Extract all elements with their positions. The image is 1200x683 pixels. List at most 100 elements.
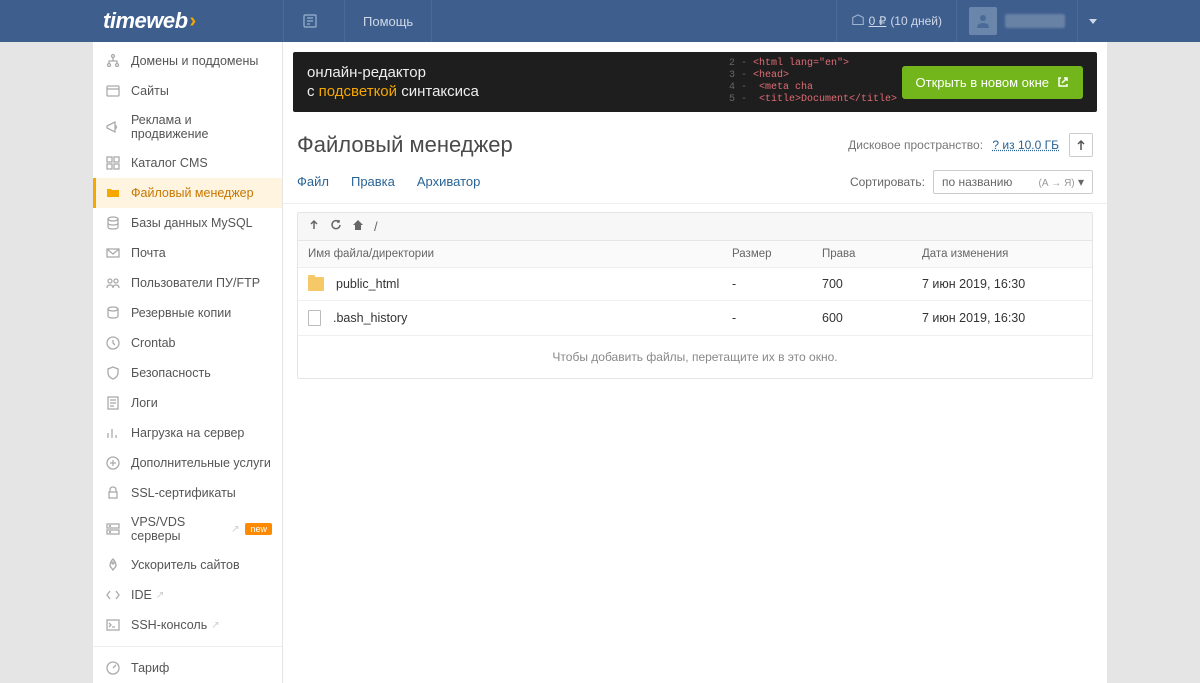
sort-label: Сортировать: xyxy=(850,175,925,189)
file-size: - xyxy=(732,277,822,291)
logo[interactable]: timeweb› xyxy=(93,8,283,34)
sidebar-item-plus[interactable]: Дополнительные услуги xyxy=(93,448,282,478)
sidebar-item-label: Файловый менеджер xyxy=(131,186,254,200)
sidebar-item-mail[interactable]: Почта xyxy=(93,238,282,268)
disk-space-link[interactable]: ? из 10.0 ГБ xyxy=(992,138,1059,152)
open-editor-button[interactable]: Открыть в новом окне xyxy=(902,66,1083,99)
sidebar-item-label: SSL-сертификаты xyxy=(131,486,236,500)
megaphone-icon xyxy=(105,119,121,135)
file-perm: 600 xyxy=(822,311,922,325)
mail-icon xyxy=(105,245,121,261)
file-date: 7 июн 2019, 16:30 xyxy=(922,311,1082,325)
sidebar-item-sitemap[interactable]: Домены и поддомены xyxy=(93,46,282,76)
home-icon xyxy=(352,219,364,231)
file-row[interactable]: .bash_history -6007 июн 2019, 16:30 xyxy=(298,301,1092,336)
avatar xyxy=(969,7,997,35)
file-name: public_html xyxy=(336,277,399,291)
sidebar-item-server[interactable]: VPS/VDS серверы ↗ new xyxy=(93,508,282,550)
sidebar-item-label: Ускоритель сайтов xyxy=(131,558,240,572)
sidebar-item-label: Crontab xyxy=(131,336,175,350)
folder-icon xyxy=(105,185,121,201)
sidebar-item-code[interactable]: IDE ↗ xyxy=(93,580,282,610)
users-icon xyxy=(105,275,121,291)
tab-архиватор[interactable]: Архиватор xyxy=(417,168,481,195)
refresh-button[interactable] xyxy=(330,219,342,234)
person-icon xyxy=(975,13,991,29)
external-arrow-icon: ↗ xyxy=(156,590,164,601)
file-row[interactable]: public_html -7007 июн 2019, 16:30 xyxy=(298,268,1092,301)
sidebar-item-megaphone[interactable]: Реклама и продвижение xyxy=(93,106,282,148)
sort-dropdown[interactable]: по названию (А → Я) ▾ xyxy=(933,170,1093,194)
log-icon xyxy=(105,395,121,411)
sidebar-item-tariff[interactable]: Тариф xyxy=(93,653,282,683)
news-button[interactable] xyxy=(284,0,345,42)
sidebar-item-database[interactable]: Базы данных MySQL xyxy=(93,208,282,238)
sidebar-item-label: Сайты xyxy=(131,84,169,98)
sidebar-item-label: Каталог CMS xyxy=(131,156,208,170)
help-button[interactable]: Помощь xyxy=(345,0,432,42)
sidebar-item-lock[interactable]: SSL-сертификаты xyxy=(93,478,282,508)
sidebar-item-label: IDE xyxy=(131,588,152,602)
code-icon xyxy=(105,587,121,603)
sidebar-item-log[interactable]: Логи xyxy=(93,388,282,418)
sidebar-item-shield[interactable]: Безопасность xyxy=(93,358,282,388)
refresh-icon xyxy=(330,219,342,231)
window-icon xyxy=(105,83,121,99)
clock-icon xyxy=(105,335,121,351)
file-icon xyxy=(308,310,321,326)
drop-hint: Чтобы добавить файлы, перетащите их в эт… xyxy=(298,336,1092,378)
wallet-icon xyxy=(851,14,865,28)
page-title: Файловый менеджер xyxy=(297,132,513,158)
sidebar-item-label: Дополнительные услуги xyxy=(131,456,271,470)
sidebar-item-terminal[interactable]: SSH-консоль ↗ xyxy=(93,610,282,640)
upload-icon xyxy=(1076,139,1086,151)
username xyxy=(1005,14,1065,28)
file-name: .bash_history xyxy=(333,311,407,325)
backup-icon xyxy=(105,305,121,321)
sidebar-item-label: Пользователи ПУ/FTP xyxy=(131,276,260,290)
sidebar-item-users[interactable]: Пользователи ПУ/FTP xyxy=(93,268,282,298)
sidebar-item-label: Домены и поддомены xyxy=(131,54,258,68)
sidebar-item-folder[interactable]: Файловый менеджер xyxy=(93,178,282,208)
sidebar-item-clock[interactable]: Crontab xyxy=(93,328,282,358)
arrow-up-icon xyxy=(308,219,320,231)
balance-display[interactable]: 0 ₽ (10 дней) xyxy=(836,0,956,42)
sidebar-item-grid[interactable]: Каталог CMS xyxy=(93,148,282,178)
path-bar: / xyxy=(297,212,1093,241)
sidebar-item-label: VPS/VDS серверы xyxy=(131,515,227,543)
user-menu[interactable] xyxy=(956,0,1077,42)
sidebar-item-window[interactable]: Сайты xyxy=(93,76,282,106)
chart-icon xyxy=(105,425,121,441)
upload-button[interactable] xyxy=(1069,133,1093,157)
home-button[interactable] xyxy=(352,219,364,234)
editor-banner: онлайн-редактор с подсветкой синтаксиса … xyxy=(293,52,1097,112)
file-size: - xyxy=(732,311,822,325)
external-arrow-icon: ↗ xyxy=(231,524,239,535)
terminal-icon xyxy=(105,617,121,633)
sidebar-item-label: Безопасность xyxy=(131,366,211,380)
sidebar-item-label: Почта xyxy=(131,246,166,260)
tab-файл[interactable]: Файл xyxy=(297,168,329,195)
shield-icon xyxy=(105,365,121,381)
file-perm: 700 xyxy=(822,277,922,291)
sidebar-item-backup[interactable]: Резервные копии xyxy=(93,298,282,328)
new-badge: new xyxy=(245,523,272,535)
sidebar-item-label: SSH-консоль xyxy=(131,618,207,632)
disk-space: Дисковое пространство: ? из 10.0 ГБ xyxy=(848,138,1059,152)
sidebar-item-label: Нагрузка на сервер xyxy=(131,426,244,440)
file-date: 7 июн 2019, 16:30 xyxy=(922,277,1082,291)
database-icon xyxy=(105,215,121,231)
sidebar-item-chart[interactable]: Нагрузка на сервер xyxy=(93,418,282,448)
user-dropdown-toggle[interactable] xyxy=(1077,0,1107,42)
sidebar-item-label: Логи xyxy=(131,396,158,410)
sidebar-item-label: Базы данных MySQL xyxy=(131,216,253,230)
up-button[interactable] xyxy=(308,219,320,234)
lock-icon xyxy=(105,485,121,501)
sidebar-item-label: Реклама и продвижение xyxy=(131,113,272,141)
sidebar-item-label: Тариф xyxy=(131,661,169,675)
external-arrow-icon: ↗ xyxy=(211,620,219,631)
sidebar-item-label: Резервные копии xyxy=(131,306,231,320)
sidebar-item-rocket[interactable]: Ускоритель сайтов xyxy=(93,550,282,580)
gauge-icon xyxy=(105,660,121,676)
tab-правка[interactable]: Правка xyxy=(351,168,395,195)
